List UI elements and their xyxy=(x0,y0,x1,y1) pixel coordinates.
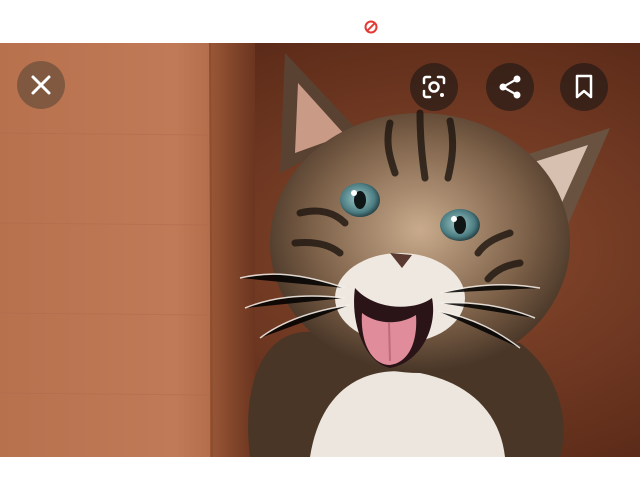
kitten-photo[interactable] xyxy=(0,43,640,457)
lens-search-button[interactable] xyxy=(410,63,458,111)
image-viewer xyxy=(0,0,640,480)
blocked-circle-icon xyxy=(364,20,378,34)
photo-illustration xyxy=(0,43,640,457)
save-button[interactable] xyxy=(560,63,608,111)
bottom-bar xyxy=(0,457,640,480)
share-button[interactable] xyxy=(486,63,534,111)
bookmark-icon xyxy=(573,74,595,100)
close-icon xyxy=(30,74,52,96)
close-button[interactable] xyxy=(17,61,65,109)
lens-search-icon xyxy=(421,74,447,100)
share-icon xyxy=(497,74,523,100)
